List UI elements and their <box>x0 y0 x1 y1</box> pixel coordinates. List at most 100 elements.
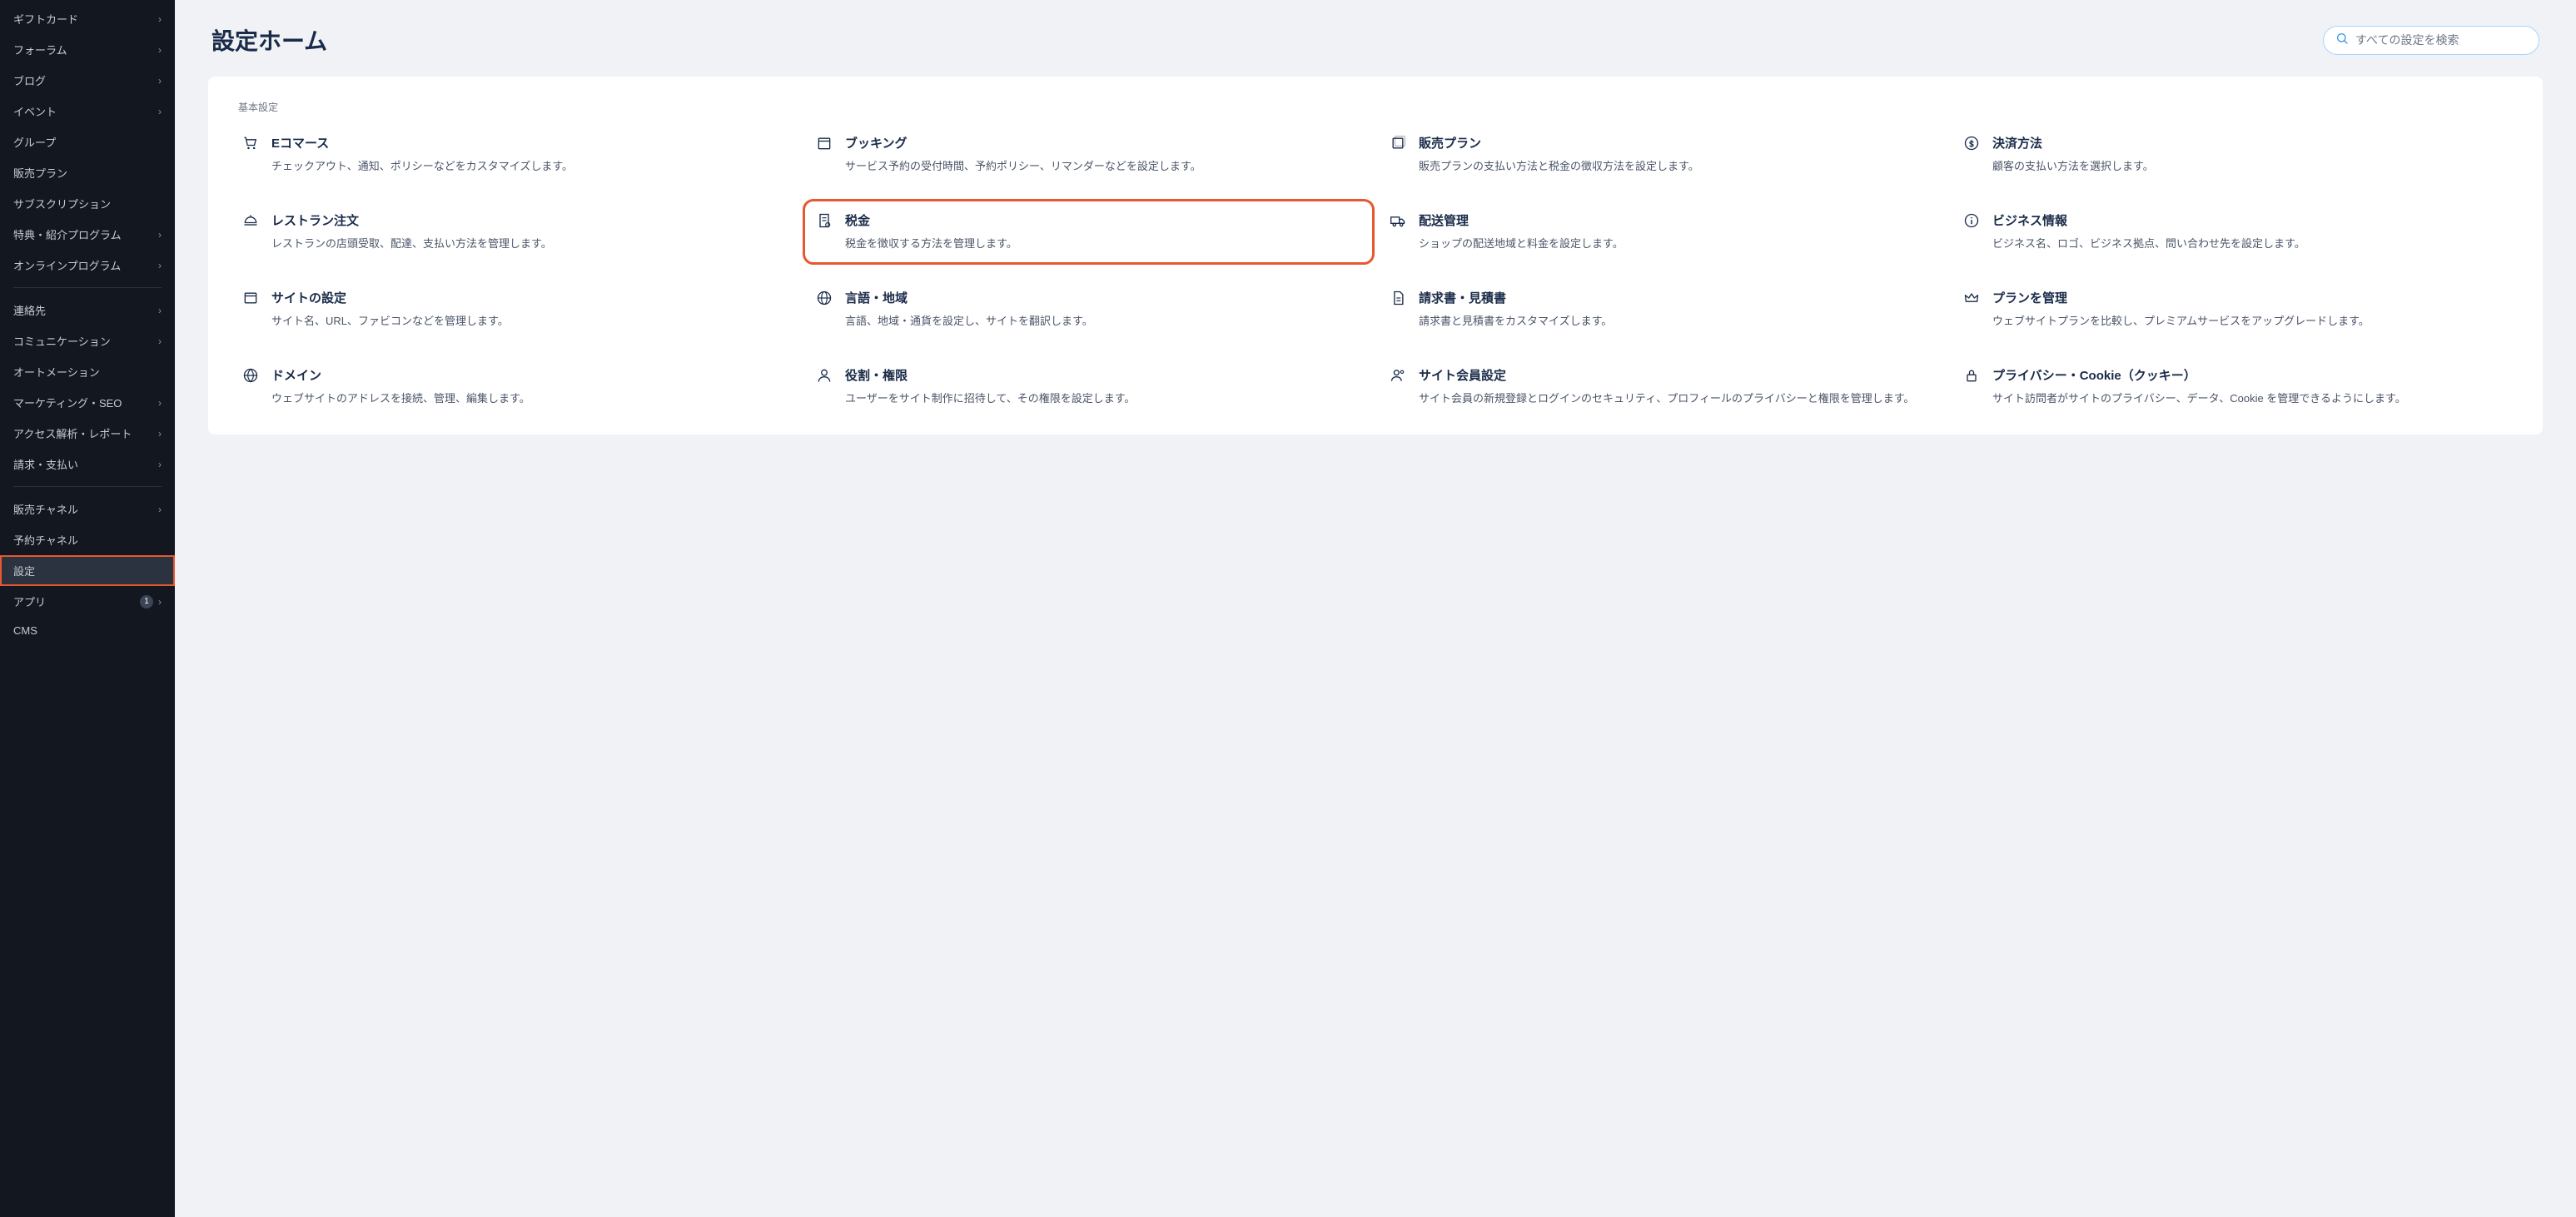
sidebar-item-label: 連絡先 <box>13 302 158 318</box>
sidebar-item-label: ブログ <box>13 72 158 88</box>
sidebar-item[interactable]: グループ <box>0 127 175 157</box>
chevron-right-icon: › <box>158 44 162 56</box>
settings-card[interactable]: 言語・地域言語、地域・通貨を設定し、サイトを翻訳します。 <box>812 286 1365 333</box>
sidebar-item-label: オンラインプログラム <box>13 257 158 273</box>
sidebar-item-label: フォーラム <box>13 42 158 57</box>
sidebar-item[interactable]: ギフトカード› <box>0 3 175 34</box>
sidebar-item[interactable]: オートメーション <box>0 356 175 387</box>
settings-card[interactable]: 決済方法顧客の支払い方法を選択します。 <box>1959 131 2513 178</box>
card-body: Eコマースチェックアウト、通知、ポリシーなどをカスタマイズします。 <box>271 134 788 175</box>
sidebar-item[interactable]: 連絡先› <box>0 295 175 325</box>
chevron-right-icon: › <box>158 106 162 117</box>
card-title: 販売プラン <box>1419 134 1936 152</box>
lock-icon <box>1962 366 1981 385</box>
settings-card[interactable]: ビジネス情報ビジネス名、ロゴ、ビジネス拠点、問い合わせ先を設定します。 <box>1959 208 2513 256</box>
card-body: 決済方法顧客の支払い方法を選択します。 <box>1992 134 2509 175</box>
sidebar-item-label: アクセス解析・レポート <box>13 425 158 441</box>
settings-card[interactable]: プライバシー・Cookie（クッキー） サイト訪問者がサイトのプライバシー、データ… <box>1959 363 2513 410</box>
settings-card[interactable]: 税金税金を徴収する方法を管理します。 <box>812 208 1365 256</box>
search-icon <box>2335 32 2349 49</box>
card-body: レストラン注文レストランの店頭受取、配達、支払い方法を管理します。 <box>271 211 788 252</box>
settings-panel: 基本設定 Eコマースチェックアウト、通知、ポリシーなどをカスタマイズします。ブッ… <box>208 77 2543 435</box>
sidebar-item-label: ギフトカード <box>13 11 158 27</box>
settings-card[interactable]: サイトの設定サイト名、URL、ファビコンなどを管理します。 <box>238 286 792 333</box>
person-icon <box>815 366 833 385</box>
settings-card[interactable]: 請求書・見積書請求書と見積書をカスタマイズします。 <box>1385 286 1939 333</box>
sidebar-badge: 1 <box>140 595 153 608</box>
stack-icon <box>1389 134 1407 152</box>
sidebar-item[interactable]: 設定 <box>0 555 175 586</box>
sidebar-item[interactable]: サブスクリプション <box>0 188 175 219</box>
world-icon <box>241 366 260 385</box>
sidebar-item[interactable]: 予約チャネル <box>0 524 175 555</box>
sidebar-item-label: 販売プラン <box>13 165 162 181</box>
cart-icon <box>241 134 260 152</box>
page-header: 設定ホーム <box>208 23 2543 57</box>
sidebar-item[interactable]: 販売プラン <box>0 157 175 188</box>
calendar-icon <box>815 134 833 152</box>
card-body: 販売プラン販売プランの支払い方法と税金の徴収方法を設定します。 <box>1419 134 1936 175</box>
settings-card[interactable]: 配送管理ショップの配送地域と料金を設定します。 <box>1385 208 1939 256</box>
chevron-right-icon: › <box>158 335 162 347</box>
sidebar-item-label: サブスクリプション <box>13 196 162 211</box>
card-title: 役割・権限 <box>845 366 1362 384</box>
chevron-right-icon: › <box>158 428 162 440</box>
card-description: サービス予約の受付時間、予約ポリシー、リマンダーなどを設定します。 <box>845 158 1362 175</box>
card-title: 請求書・見積書 <box>1419 289 1936 306</box>
sidebar-item[interactable]: マーケティング・SEO› <box>0 387 175 418</box>
card-body: 税金税金を徴収する方法を管理します。 <box>845 211 1362 252</box>
settings-card[interactable]: プランを管理ウェブサイトプランを比較し、プレミアムサービスをアップグレードします… <box>1959 286 2513 333</box>
card-body: ブッキングサービス予約の受付時間、予約ポリシー、リマンダーなどを設定します。 <box>845 134 1362 175</box>
doc-icon <box>1389 289 1407 307</box>
sidebar-item[interactable]: アクセス解析・レポート› <box>0 418 175 449</box>
sidebar-item[interactable]: コミュニケーション› <box>0 325 175 356</box>
settings-card[interactable]: ドメインウェブサイトのアドレスを接続、管理、編集します。 <box>238 363 792 410</box>
settings-card[interactable]: サイト会員設定サイト会員の新規登録とログインのセキュリティ、プロフィールのプライ… <box>1385 363 1939 410</box>
sidebar-item[interactable]: 販売チャネル› <box>0 494 175 524</box>
sidebar-item[interactable]: フォーラム› <box>0 34 175 65</box>
card-title: ビジネス情報 <box>1992 211 2509 229</box>
card-title: レストラン注文 <box>271 211 788 229</box>
sidebar-divider <box>13 486 162 487</box>
settings-card[interactable]: レストラン注文レストランの店頭受取、配達、支払い方法を管理します。 <box>238 208 792 256</box>
sidebar-item-label: 販売チャネル <box>13 501 158 517</box>
settings-card[interactable]: ブッキングサービス予約の受付時間、予約ポリシー、リマンダーなどを設定します。 <box>812 131 1365 178</box>
chevron-right-icon: › <box>158 596 162 608</box>
crown-icon <box>1962 289 1981 307</box>
member-icon <box>1389 366 1407 385</box>
settings-card[interactable]: 販売プラン販売プランの支払い方法と税金の徴収方法を設定します。 <box>1385 131 1939 178</box>
sidebar-item[interactable]: CMS <box>0 617 175 644</box>
dollar-icon <box>1962 134 1981 152</box>
sidebar-item[interactable]: 特典・紹介プログラム› <box>0 219 175 250</box>
card-body: ドメインウェブサイトのアドレスを接続、管理、編集します。 <box>271 366 788 407</box>
sidebar-item[interactable]: オンラインプログラム› <box>0 250 175 281</box>
card-description: サイト訪問者がサイトのプライバシー、データ、Cookie を管理できるようにしま… <box>1992 390 2509 407</box>
card-body: プランを管理ウェブサイトプランを比較し、プレミアムサービスをアップグレードします… <box>1992 289 2509 330</box>
truck-icon <box>1389 211 1407 230</box>
sidebar-item-label: イベント <box>13 103 158 119</box>
sidebar-item[interactable]: 請求・支払い› <box>0 449 175 479</box>
settings-card[interactable]: Eコマースチェックアウト、通知、ポリシーなどをカスタマイズします。 <box>238 131 792 178</box>
main-content: 設定ホーム 基本設定 Eコマースチェックアウト、通知、ポリシーなどをカスタマイズ… <box>175 0 2576 1217</box>
sidebar-item-label: グループ <box>13 134 162 150</box>
card-description: チェックアウト、通知、ポリシーなどをカスタマイズします。 <box>271 158 788 175</box>
card-title: プライバシー・Cookie（クッキー） <box>1992 366 2509 384</box>
card-title: ブッキング <box>845 134 1362 152</box>
card-description: サイト名、URL、ファビコンなどを管理します。 <box>271 313 788 330</box>
card-description: ユーザーをサイト制作に招待して、その権限を設定します。 <box>845 390 1362 407</box>
card-description: ウェブサイトのアドレスを接続、管理、編集します。 <box>271 390 788 407</box>
globe-icon <box>815 289 833 307</box>
receipt-icon <box>815 211 833 230</box>
settings-card[interactable]: 役割・権限ユーザーをサイト制作に招待して、その権限を設定します。 <box>812 363 1365 410</box>
chevron-right-icon: › <box>158 459 162 470</box>
card-body: 請求書・見積書請求書と見積書をカスタマイズします。 <box>1419 289 1936 330</box>
card-body: プライバシー・Cookie（クッキー） サイト訪問者がサイトのプライバシー、データ… <box>1992 366 2509 407</box>
sidebar-item[interactable]: アプリ1› <box>0 586 175 617</box>
search-box[interactable] <box>2323 26 2539 55</box>
card-description: サイト会員の新規登録とログインのセキュリティ、プロフィールのプライバシーと権限を… <box>1419 390 1936 407</box>
card-description: ウェブサイトプランを比較し、プレミアムサービスをアップグレードします。 <box>1992 313 2509 330</box>
info-icon <box>1962 211 1981 230</box>
sidebar-item[interactable]: ブログ› <box>0 65 175 96</box>
search-input[interactable] <box>2355 33 2527 47</box>
sidebar-item[interactable]: イベント› <box>0 96 175 127</box>
